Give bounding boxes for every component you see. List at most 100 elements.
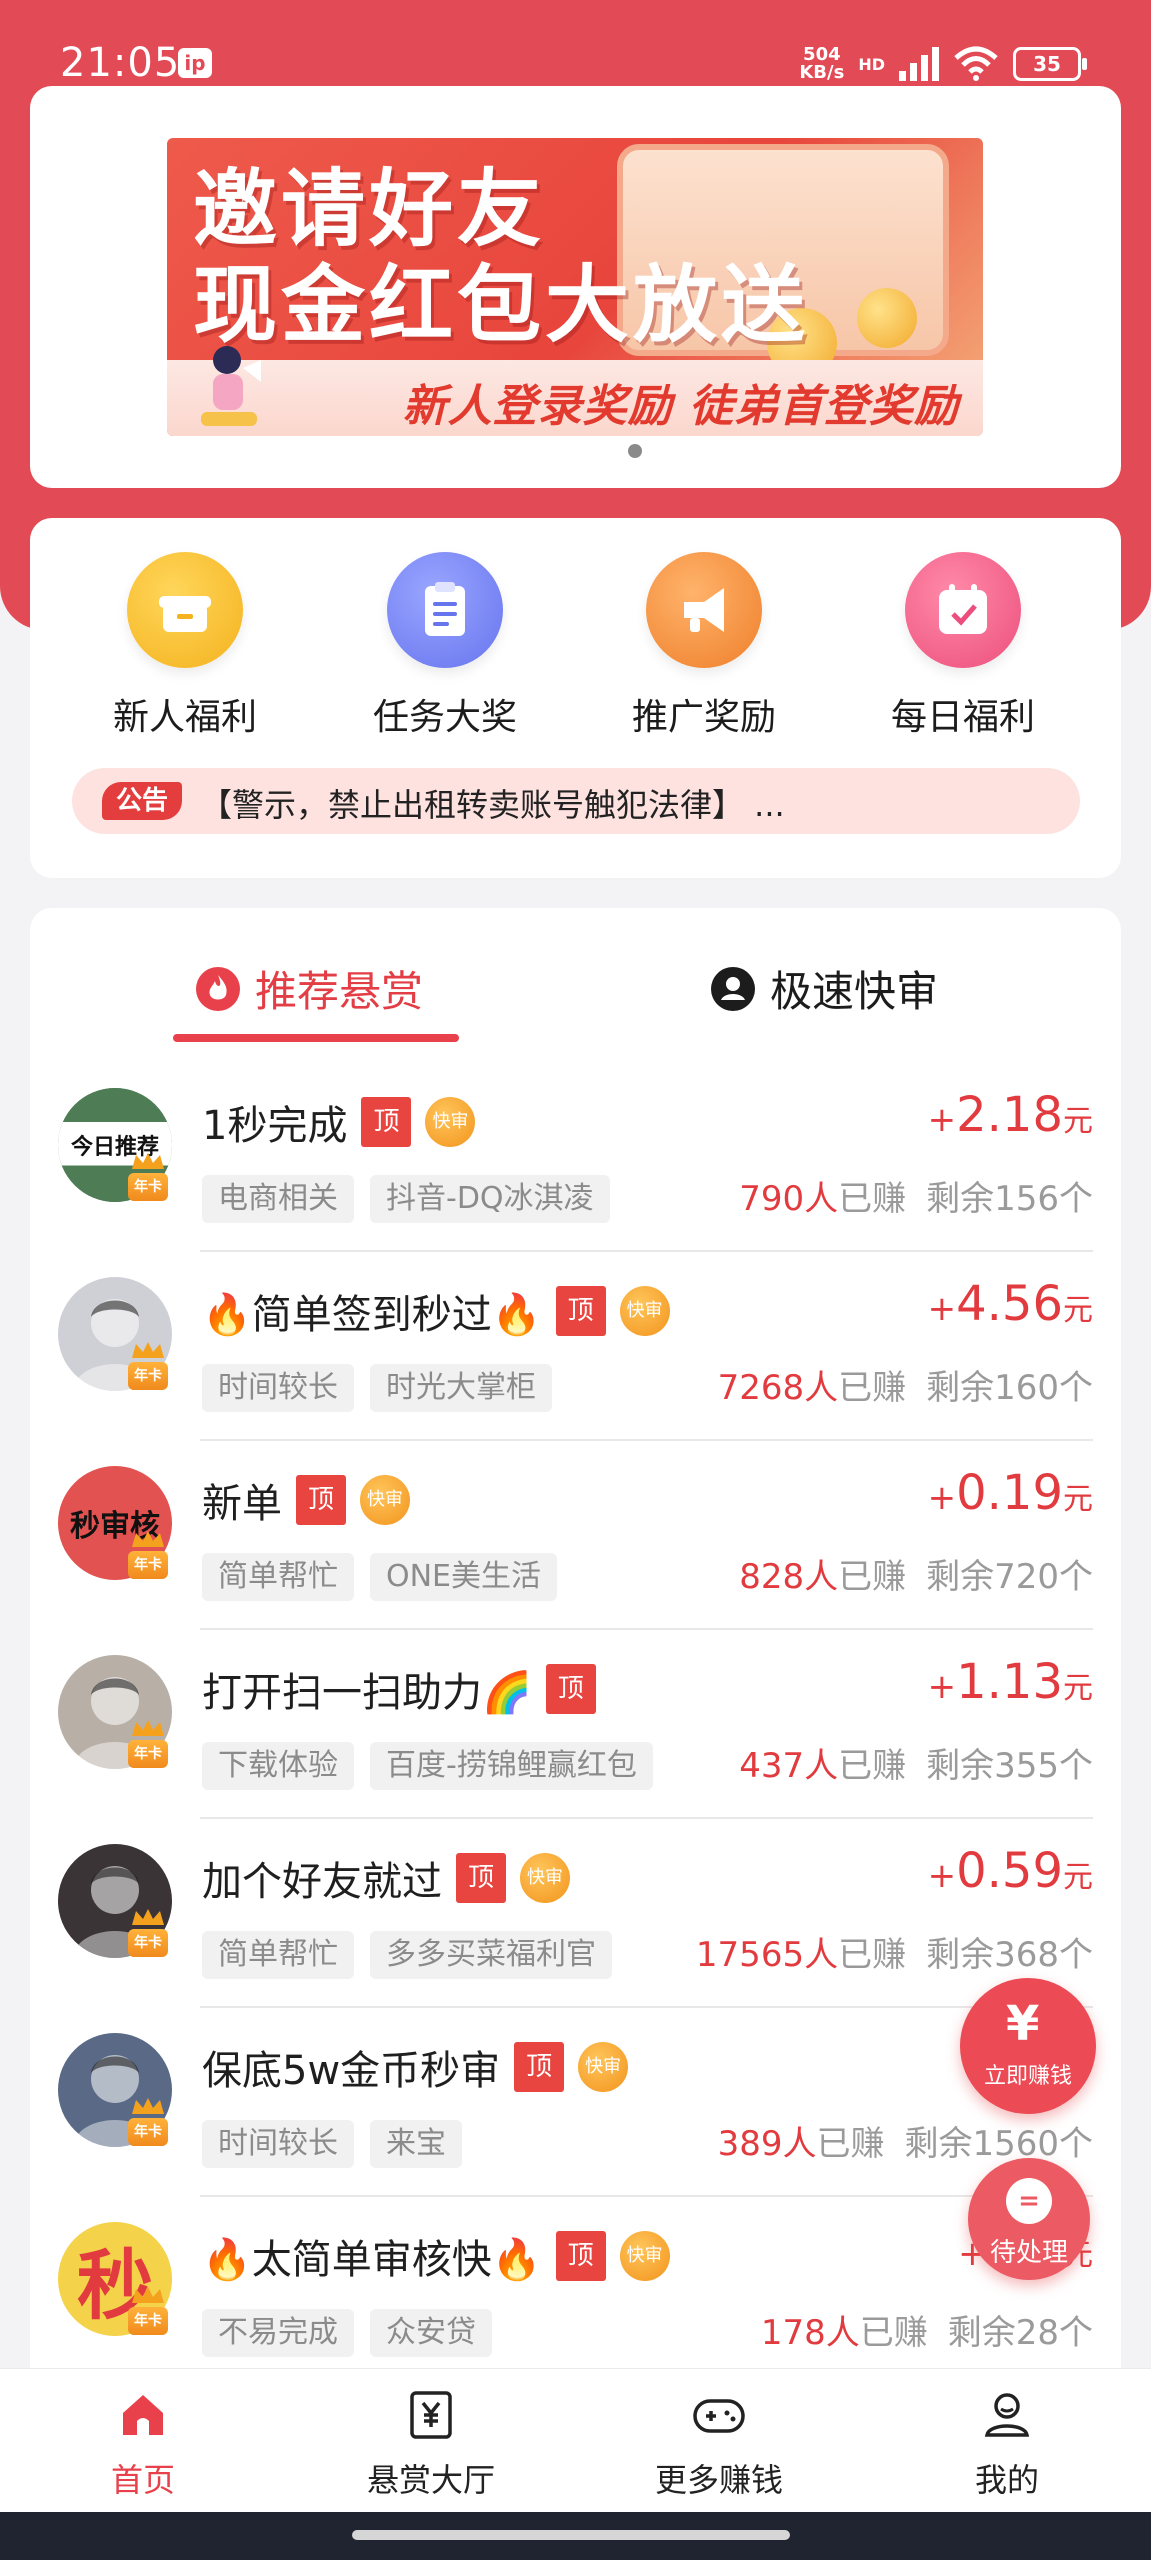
task-row[interactable]: 秒审核 年卡 新单顶快审 简单帮忙 ONE美生活 +0.19元 828人已赚 剩余7…: [30, 1441, 1121, 1630]
task-title-text: 1秒完成: [202, 1103, 348, 1149]
earned-count: 437: [739, 1746, 805, 1786]
nav-mine[interactable]: 我的: [907, 2385, 1107, 2501]
task-row[interactable]: 年卡 加个好友就过顶快审 简单帮忙 多多买菜福利官 +0.59元 17565人已赚…: [30, 1819, 1121, 2008]
task-row[interactable]: 今日推荐 年卡 1秒完成顶快审 电商相关 抖音-DQ冰淇凌 +2.18元 790人…: [30, 1063, 1121, 1252]
menu-label: 任务大奖: [372, 697, 517, 738]
menu-label: 每日福利: [890, 697, 1035, 738]
bottom-navigation: 首页 悬赏大厅 更多赚钱 我的: [0, 2368, 1151, 2513]
task-title-text: 🔥太简单审核快🔥: [202, 2237, 542, 2283]
year-card-badge: 年卡: [128, 2307, 168, 2335]
notice-bar[interactable]: 公告 【警示，禁止出租转卖账号触犯法律】 ...: [72, 768, 1080, 834]
fast-review-badge: 快审: [360, 1475, 410, 1525]
task-tags: 简单帮忙 ONE美生活: [202, 1553, 558, 1601]
year-card-badge: 年卡: [128, 1173, 168, 1201]
nav-label: 首页: [110, 2461, 175, 2499]
nav-label: 我的: [974, 2461, 1039, 2499]
task-title-text: 加个好友就过: [202, 1859, 442, 1905]
menu-label: 推广奖励: [631, 697, 776, 738]
home-gesture-bar[interactable]: [352, 2530, 790, 2540]
nav-label: 更多赚钱: [654, 2461, 783, 2499]
app-notification-icon: ip: [178, 48, 212, 78]
year-card-badge: 年卡: [128, 1362, 168, 1390]
tab-label: 极速快审: [770, 967, 939, 1016]
nav-more-earn[interactable]: 更多赚钱: [619, 2385, 819, 2501]
banner-card[interactable]: 邀请好友 现金红包大放送 新人登录奖励 徒弟首登奖励: [30, 86, 1121, 488]
battery-indicator: 35: [1013, 47, 1087, 81]
carousel-indicator[interactable]: [628, 444, 642, 458]
task-list: 今日推荐 年卡 1秒完成顶快审 电商相关 抖音-DQ冰淇凌 +2.18元 790人…: [30, 1063, 1121, 2368]
earn-now-label: 立即赚钱: [983, 2064, 1072, 2089]
tab-fast-review[interactable]: 极速快审: [710, 958, 938, 1019]
fast-review-badge: 快审: [578, 2042, 629, 2092]
task-title: 🔥简单签到秒过🔥 顶快审: [202, 1282, 670, 1340]
invite-banner[interactable]: 邀请好友 现金红包大放送 新人登录奖励 徒弟首登奖励: [167, 138, 983, 436]
task-tag-chip: 多多买菜福利官: [370, 1931, 612, 1979]
earned-count: 790: [739, 1179, 805, 1219]
home-icon: [123, 2395, 163, 2435]
fast-review-badge: 快审: [425, 1097, 476, 1147]
wifi-icon: [954, 46, 998, 81]
task-stats: 7268人已赚 剩余160个: [717, 1368, 1093, 1408]
notice-tag: 公告: [102, 782, 182, 820]
remaining-count: 28: [1015, 2313, 1059, 2353]
fast-review-badge: 快审: [520, 1853, 570, 1903]
task-row[interactable]: 年卡 🔥简单签到秒过🔥 顶快审 时间较长 时光大掌柜 +4.56元 7268人已赚剩…: [30, 1252, 1121, 1441]
menu-task-prize[interactable]: 任务大奖: [345, 552, 545, 740]
status-indicators: 504 KB/s HD 35: [799, 46, 1087, 82]
task-stats: 828人已赚 剩余720个: [739, 1557, 1093, 1597]
earn-now-button[interactable]: ¥ 立即赚钱: [960, 1978, 1096, 2114]
nav-reward-hall[interactable]: 悬赏大厅: [331, 2385, 531, 2501]
task-title-text: 打开扫一扫助力🌈: [202, 1670, 532, 1716]
gamepad-icon: [693, 2399, 745, 2433]
task-tags: 电商相关 抖音-DQ冰淇凌: [202, 1175, 610, 1223]
flame-icon: [196, 966, 240, 1011]
reward-amount: 4.56: [956, 1276, 1063, 1332]
task-title: 打开扫一扫助力🌈 顶: [202, 1660, 596, 1718]
task-reward: +1.13元: [927, 1654, 1093, 1710]
task-tag-chip: 简单帮忙: [202, 1931, 354, 1979]
task-tags: 下载体验 百度-捞锦鲤赢红包: [202, 1742, 653, 1790]
task-row[interactable]: 年卡 保底5w金币秒审顶快审 时间较长来宝 + 389人已赚剩余1560个: [30, 2008, 1121, 2197]
task-list-card: 推荐悬赏 极速快审 今日推荐 年卡 1秒完成顶快审 电商相关 抖音-DQ冰淇凌 +…: [30, 908, 1121, 2368]
nav-home[interactable]: 首页: [43, 2385, 243, 2501]
task-tags: 简单帮忙 多多买菜福利官: [202, 1931, 612, 1979]
task-tag-chip: 时间较长: [202, 1364, 354, 1412]
reward-amount: 0.19: [956, 1465, 1063, 1521]
banner-reward-text: 新人登录奖励 徒弟首登奖励: [402, 381, 959, 432]
task-tag-chip: ONE美生活: [370, 1553, 558, 1601]
task-reward: +4.56元: [927, 1276, 1093, 1332]
task-title: 保底5w金币秒审顶快审: [202, 2038, 629, 2096]
task-tags: 时间较长 时光大掌柜: [202, 1364, 552, 1412]
task-tag-chip: 不易完成: [202, 2309, 354, 2357]
yuan-icon: ¥: [1006, 1996, 1040, 2052]
menu-new-user-welfare[interactable]: 新人福利: [85, 552, 285, 740]
task-tag-chip: 下载体验: [202, 1742, 354, 1790]
user-circle-icon: [711, 966, 755, 1011]
year-card-badge: 年卡: [128, 1929, 168, 1957]
pending-icon: =: [1006, 2178, 1052, 2224]
menu-daily-welfare[interactable]: 每日福利: [863, 552, 1063, 740]
task-title-text: 新单: [202, 1481, 282, 1527]
menu-label: 新人福利: [112, 697, 257, 738]
task-row[interactable]: 秒 年卡 🔥太简单审核快🔥顶快审 不易完成众安贷 +36.元 178人已赚剩余2…: [30, 2197, 1121, 2368]
task-row[interactable]: 年卡 打开扫一扫助力🌈 顶 下载体验 百度-捞锦鲤赢红包 +1.13元 437人已赚…: [30, 1630, 1121, 1819]
megaphone-icon: [646, 552, 762, 668]
pending-button[interactable]: = 待处理: [968, 2158, 1090, 2280]
menu-promotion-reward[interactable]: 推广奖励: [604, 552, 804, 740]
tab-recommended[interactable]: 推荐悬赏: [195, 958, 423, 1019]
task-title-text: 🔥简单签到秒过🔥: [202, 1292, 542, 1338]
remaining-count: 1560: [972, 2124, 1059, 2164]
task-tag-chip: 来宝: [370, 2120, 462, 2168]
earned-count: 17565: [695, 1935, 805, 1975]
task-title: 加个好友就过顶快审: [202, 1849, 570, 1907]
remaining-count: 156: [994, 1179, 1059, 1219]
yuan-doc-icon: [410, 2391, 452, 2439]
earned-count: 7268: [717, 1368, 805, 1408]
coin-icon: [857, 288, 917, 348]
task-tags: 时间较长 来宝: [202, 2120, 462, 2168]
crown-icon: [130, 1151, 166, 1171]
task-stats: 790人已赚 剩余156个: [739, 1179, 1093, 1219]
user-icon: [984, 2393, 1030, 2437]
system-nav-bar: [0, 2512, 1151, 2560]
remaining-count: 355: [994, 1746, 1059, 1786]
